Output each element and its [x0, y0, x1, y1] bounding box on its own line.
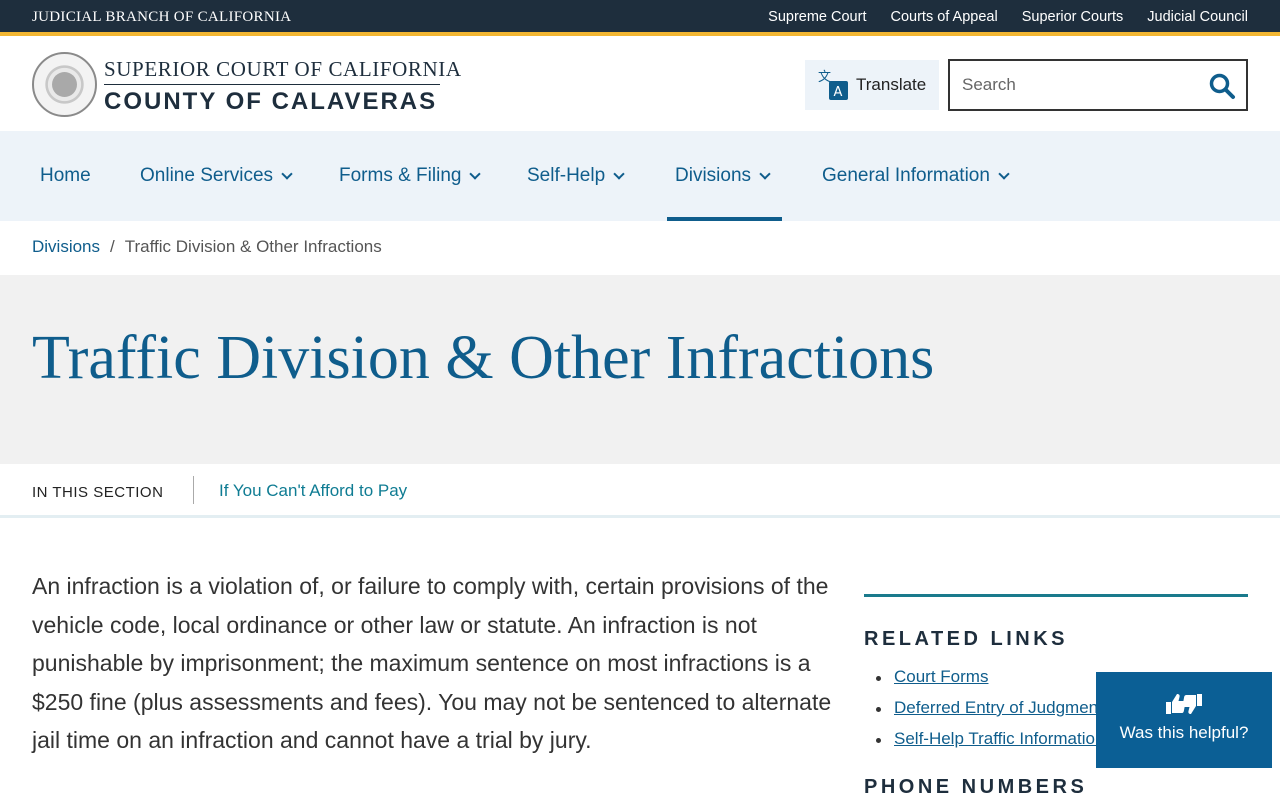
top-link-courts-of-appeal[interactable]: Courts of Appeal — [890, 9, 997, 25]
top-links: Supreme Court Courts of Appeal Superior … — [768, 9, 1248, 25]
nav-label: General Information — [822, 165, 990, 186]
breadcrumb-separator: / — [110, 237, 115, 256]
court-name-line2[interactable]: COUNTY OF CALAVERAS — [104, 88, 437, 116]
was-this-helpful-button[interactable]: Was this helpful? — [1096, 672, 1272, 768]
nav-active-indicator — [667, 217, 782, 221]
was-this-helpful-label: Was this helpful? — [1119, 723, 1249, 742]
search-icon[interactable] — [1208, 72, 1236, 100]
related-links-heading: RELATED LINKS — [864, 628, 1069, 650]
section-link-cant-afford[interactable]: If You Can't Afford to Pay — [219, 481, 407, 501]
breadcrumb: Divisions / Traffic Division & Other Inf… — [32, 237, 382, 257]
in-this-section-label: IN THIS SECTION — [32, 484, 164, 501]
nav-label: Online Services — [140, 165, 274, 186]
nav-divisions[interactable]: Divisions — [675, 131, 771, 221]
related-link-deferred-entry[interactable]: Deferred Entry of Judgment — [894, 698, 1103, 717]
svg-text:A: A — [834, 85, 843, 100]
top-link-judicial-council[interactable]: Judicial Council — [1147, 9, 1248, 25]
nav-label: Home — [40, 165, 91, 186]
list-item: Deferred Entry of Judgment — [875, 698, 1104, 729]
top-link-supreme-court[interactable]: Supreme Court — [768, 9, 866, 25]
related-link-self-help-traffic[interactable]: Self-Help Traffic Information — [894, 729, 1104, 748]
breadcrumb-current: Traffic Division & Other Infractions — [124, 237, 382, 256]
translate-label: Translate — [856, 75, 927, 94]
page-title: Traffic Division & Other Infractions — [32, 324, 935, 392]
nav-online-services[interactable]: Online Services — [140, 131, 293, 221]
judicial-branch-brand[interactable]: JUDICIAL BRANCH OF CALIFORNIA — [32, 9, 291, 26]
intro-paragraph: An infraction is a violation of, or fail… — [32, 573, 832, 754]
thumbs-up-down-icon — [1166, 694, 1202, 714]
aside-top-rule — [864, 594, 1248, 597]
chevron-down-icon — [613, 167, 625, 180]
list-item: Self-Help Traffic Information — [875, 729, 1104, 760]
related-links-list: Court Forms Deferred Entry of Judgment S… — [875, 667, 1104, 760]
nav-label: Self-Help — [527, 165, 606, 186]
nav-home[interactable]: Home — [40, 131, 91, 221]
page-hero: Traffic Division & Other Infractions — [0, 275, 1280, 464]
nav-label: Divisions — [675, 165, 752, 186]
nav-general-information[interactable]: General Information — [822, 131, 1010, 221]
breadcrumb-divisions[interactable]: Divisions — [32, 237, 100, 257]
chevron-down-icon — [759, 167, 771, 180]
site-header: SUPERIOR COURT OF CALIFORNIA COUNTY OF C… — [0, 40, 1280, 131]
top-link-superior-courts[interactable]: Superior Courts — [1022, 9, 1124, 25]
nav-forms-filing[interactable]: Forms & Filing — [339, 131, 482, 221]
search-box — [948, 59, 1248, 111]
section-divider — [193, 476, 194, 504]
nav-self-help[interactable]: Self-Help — [527, 131, 625, 221]
chevron-down-icon — [998, 167, 1010, 180]
chevron-down-icon — [469, 167, 482, 180]
translate-button[interactable]: 文 A Translate — [805, 60, 939, 110]
main-nav: Home Online Services Forms & Filing Self… — [0, 131, 1280, 221]
phone-numbers-heading: PHONE NUMBERS — [864, 776, 1088, 798]
related-link-court-forms[interactable]: Court Forms — [894, 667, 988, 686]
nav-label: Forms & Filing — [339, 165, 462, 186]
translate-icon: 文 A — [818, 70, 848, 100]
chevron-down-icon — [281, 167, 293, 180]
list-item: Court Forms — [875, 667, 1104, 698]
court-seal-logo[interactable] — [32, 52, 97, 117]
court-name-rule — [104, 84, 440, 85]
top-bar: JUDICIAL BRANCH OF CALIFORNIA Supreme Co… — [0, 0, 1280, 36]
court-name-line1[interactable]: SUPERIOR COURT OF CALIFORNIA — [104, 57, 462, 82]
search-input[interactable] — [962, 73, 1202, 97]
in-this-section-bar: IN THIS SECTION If You Can't Afford to P… — [0, 464, 1280, 518]
